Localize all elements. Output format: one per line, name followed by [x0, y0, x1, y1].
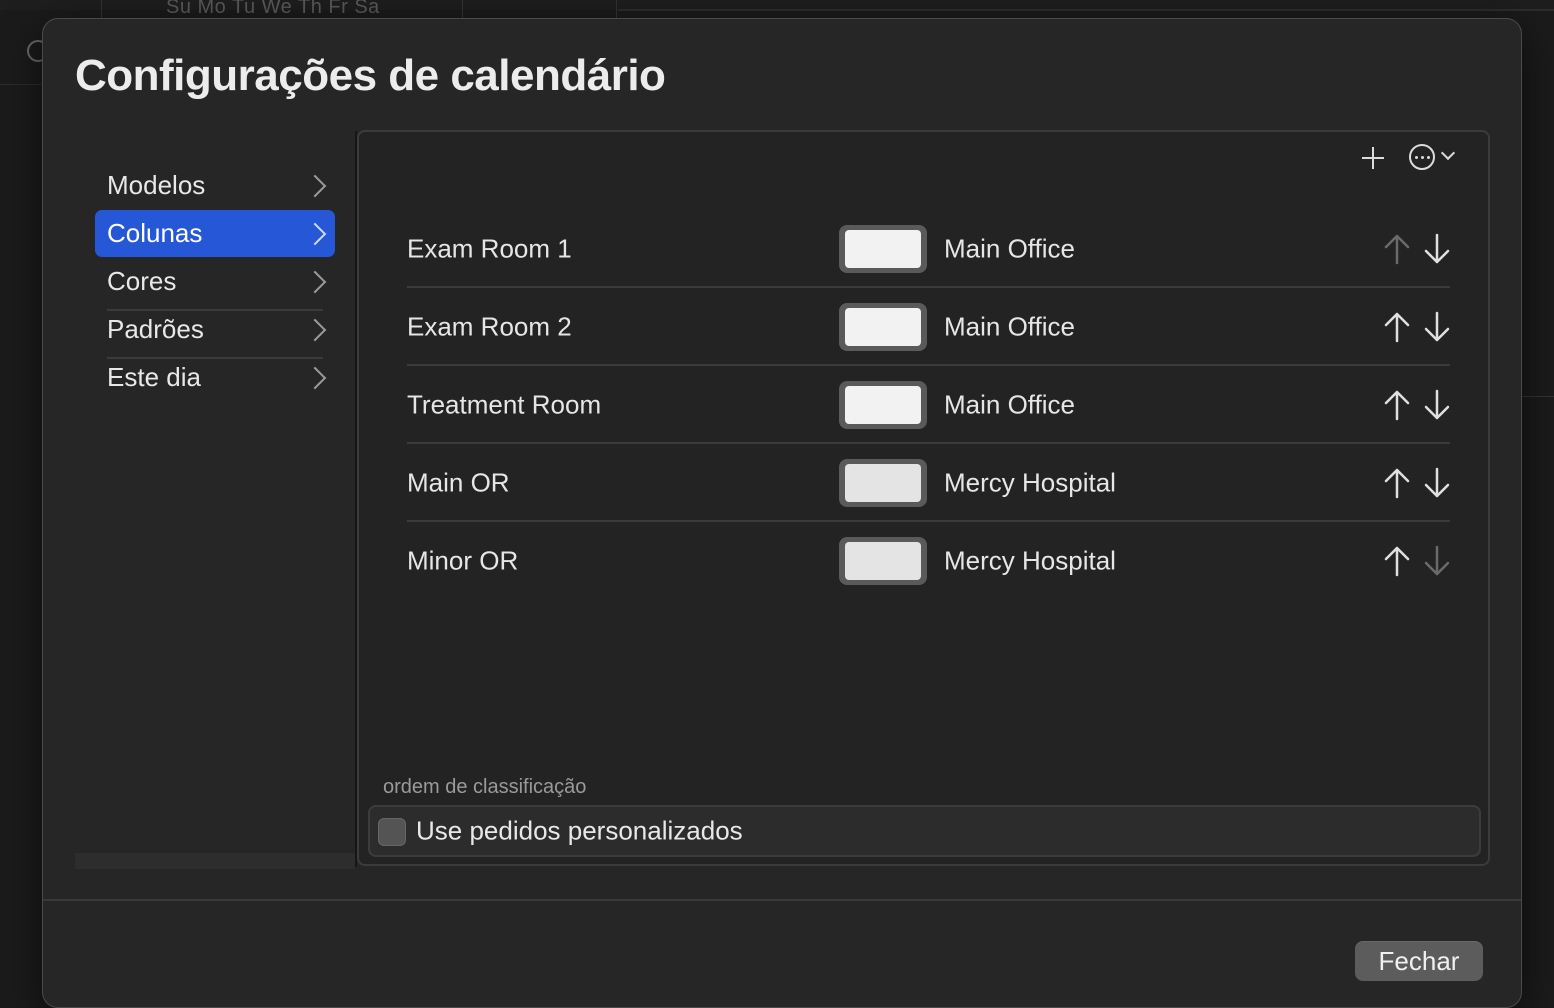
close-button[interactable]: Fechar — [1355, 941, 1483, 981]
chevron-right-icon — [303, 270, 327, 293]
color-well[interactable] — [839, 381, 927, 429]
color-swatch — [845, 230, 921, 268]
chevron-down-icon — [1440, 145, 1456, 161]
settings-sidebar: Modelos Colunas Cores Padrões Este dia — [75, 131, 355, 869]
sidebar-item-label: Padrões — [107, 314, 204, 344]
color-well[interactable] — [839, 537, 927, 585]
color-swatch — [845, 542, 921, 580]
sidebar-item-cores[interactable]: Cores — [95, 258, 335, 305]
column-name: Exam Room 1 — [407, 233, 572, 264]
color-well[interactable] — [839, 303, 927, 351]
sidebar-item-colunas[interactable]: Colunas — [95, 210, 335, 257]
more-options-button[interactable] — [1409, 142, 1461, 172]
arrow-down-icon — [1422, 544, 1452, 578]
chevron-right-icon — [303, 174, 327, 197]
color-swatch — [845, 386, 921, 424]
chevron-right-icon — [303, 222, 327, 245]
sidebar-item-modelos[interactable]: Modelos — [95, 162, 335, 209]
sort-order-box: Use pedidos personalizados — [368, 805, 1481, 857]
custom-order-checkbox[interactable] — [378, 818, 406, 846]
background-divider — [1522, 396, 1554, 397]
sidebar-item-este-dia[interactable]: Este dia — [95, 354, 335, 401]
color-swatch — [845, 464, 921, 502]
arrow-up-icon[interactable] — [1382, 388, 1412, 422]
column-row: Treatment Room Main Office — [407, 366, 1450, 444]
sort-order-label: ordem de classificação — [383, 776, 587, 798]
color-well[interactable] — [839, 225, 927, 273]
column-name: Main OR — [407, 467, 510, 498]
footer-separator — [43, 899, 1521, 901]
color-well[interactable] — [839, 459, 927, 507]
column-location: Mercy Hospital — [944, 545, 1116, 576]
background-divider — [0, 84, 42, 85]
column-row: Exam Room 2 Main Office — [407, 288, 1450, 366]
chevron-right-icon — [303, 318, 327, 341]
color-swatch — [845, 308, 921, 346]
ellipsis-circle-icon — [1409, 144, 1435, 170]
column-location: Main Office — [944, 389, 1076, 420]
arrow-down-icon[interactable] — [1422, 232, 1452, 266]
column-name: Treatment Room — [407, 389, 602, 420]
plus-icon[interactable] — [1359, 144, 1387, 172]
column-name: Exam Room 2 — [407, 311, 572, 342]
sidebar-item-label: Colunas — [107, 218, 203, 248]
background-divider — [462, 0, 463, 18]
column-location: Main Office — [944, 311, 1076, 342]
custom-order-label[interactable]: Use pedidos personalizados — [416, 816, 743, 847]
arrow-up-icon[interactable] — [1382, 544, 1412, 578]
sidebar-footer — [75, 853, 355, 869]
columns-panel: Exam Room 1 Main Office Exam Room 2 Main… — [357, 130, 1490, 866]
column-row: Exam Room 1 Main Office — [407, 210, 1450, 288]
sidebar-item-padroes[interactable]: Padrões — [95, 306, 335, 353]
background-divider — [616, 0, 617, 18]
column-location: Mercy Hospital — [944, 467, 1116, 498]
sidebar-item-label: Este dia — [107, 362, 201, 392]
background-divider — [101, 0, 102, 18]
column-location: Main Office — [944, 233, 1076, 264]
column-row: Main OR Mercy Hospital — [407, 444, 1450, 522]
calendar-settings-dialog: Configurações de calendário Modelos Colu… — [42, 18, 1522, 1008]
arrow-up-icon[interactable] — [1382, 466, 1412, 500]
background-divider — [618, 9, 1554, 11]
background-weekday-header: Su Mo Tu We Th Fr Sa — [166, 0, 380, 18]
arrow-down-icon[interactable] — [1422, 466, 1452, 500]
arrow-up-icon[interactable] — [1382, 310, 1412, 344]
dialog-title: Configurações de calendário — [75, 51, 666, 100]
arrow-down-icon[interactable] — [1422, 310, 1452, 344]
arrow-down-icon[interactable] — [1422, 388, 1452, 422]
column-row: Minor OR Mercy Hospital — [407, 522, 1450, 600]
column-name: Minor OR — [407, 545, 519, 576]
chevron-right-icon — [303, 366, 327, 389]
sidebar-item-label: Modelos — [107, 170, 206, 200]
sidebar-item-label: Cores — [107, 266, 177, 296]
arrow-up-icon — [1382, 232, 1412, 266]
